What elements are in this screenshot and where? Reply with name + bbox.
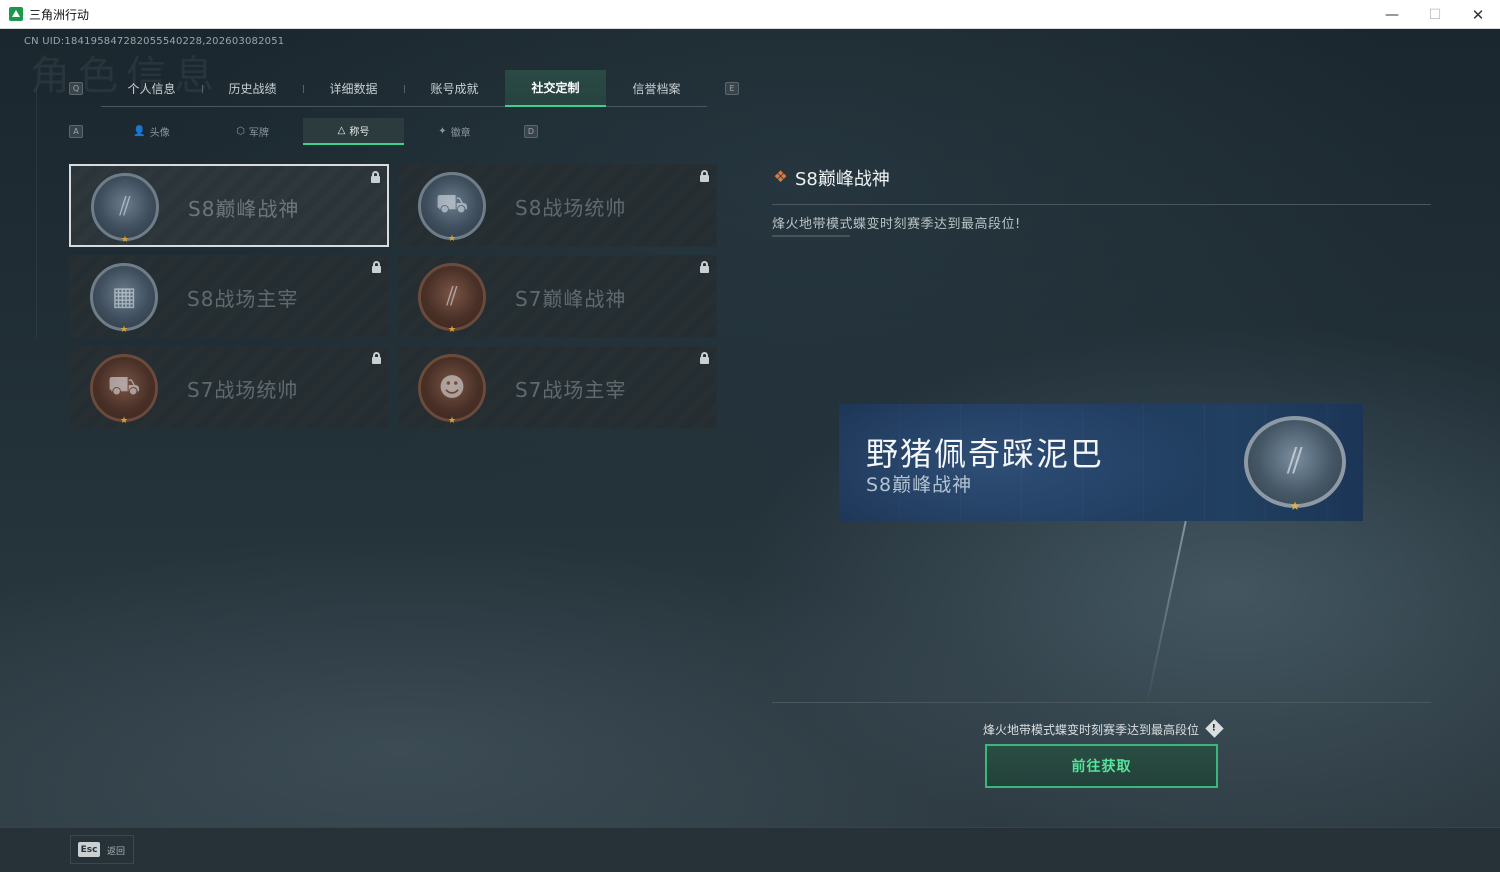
- title-card[interactable]: ⛟ ★ S7战场统帅: [69, 346, 389, 429]
- star-icon: ★: [119, 325, 129, 335]
- emblem-icon: ⫽ ★: [418, 263, 486, 335]
- emblem-icon: ⛟ ★: [418, 172, 486, 244]
- title-card-name: S7战场统帅: [187, 378, 299, 402]
- unlock-requirement: 烽火地带模式蝶变时刻赛季达到最高段位: [983, 723, 1200, 737]
- lock-icon: [698, 352, 710, 364]
- detail-title: S8巅峰战神: [795, 169, 890, 190]
- lock-icon: [698, 170, 710, 182]
- emblem-icon: ☻ ★: [418, 354, 486, 426]
- emblem-icon: ⛟ ★: [90, 354, 158, 426]
- divider: [772, 702, 1431, 703]
- subtab-badge-label: 徽章: [450, 128, 471, 139]
- window-titlebar: 三角洲行动 — ☐ ✕: [0, 0, 1500, 29]
- tab-prev-key-hint[interactable]: Q: [69, 82, 83, 95]
- star-icon: ★: [1289, 499, 1301, 513]
- bottom-bar: Esc 返回: [0, 827, 1500, 872]
- title-card-name: S8战场统帅: [515, 196, 627, 220]
- nameplate-player-name: 野猪佩奇踩泥巴: [866, 435, 1105, 473]
- decorative-line: [36, 89, 37, 339]
- star-icon: ★: [120, 235, 130, 245]
- emblem-icon: ▦ ★: [90, 263, 158, 335]
- title-card[interactable]: ⫽ ★ S7巅峰战神: [397, 255, 717, 338]
- lock-icon: [370, 352, 382, 364]
- back-label: 返回: [107, 847, 126, 857]
- title-card-name: S8巅峰战神: [188, 197, 300, 221]
- subtab-title-label: 称号: [349, 127, 370, 138]
- lock-icon: [369, 171, 381, 183]
- emblem-icon: ⫽ ★: [1244, 416, 1346, 513]
- tab-detailed-stats[interactable]: 详细数据: [303, 70, 404, 107]
- subtab-next-key-hint[interactable]: D: [524, 125, 538, 138]
- window-title: 三角洲行动: [29, 7, 90, 22]
- subtab-dogtag[interactable]: ⬡ 军牌: [202, 118, 303, 145]
- nameplate-preview: 野猪佩奇踩泥巴 S8巅峰战神 ⫽ ★: [839, 404, 1363, 521]
- subtab-avatar-label: 头像: [149, 128, 170, 139]
- nameplate-title: S8巅峰战神: [866, 474, 973, 496]
- subtab-avatar[interactable]: 👤 头像: [101, 118, 202, 145]
- maximize-button[interactable]: ☐: [1412, 0, 1458, 29]
- goto-obtain-button[interactable]: 前往获取: [985, 744, 1218, 788]
- star-icon: ★: [447, 234, 457, 244]
- app-logo-icon: [9, 7, 23, 21]
- detail-description: 烽火地带模式蝶变时刻赛季达到最高段位!: [772, 217, 1021, 232]
- tab-personal-info[interactable]: 个人信息: [101, 70, 202, 107]
- person-icon: 👤: [133, 126, 146, 137]
- lock-icon: [698, 261, 710, 273]
- title-card[interactable]: ⫽ ★ S8巅峰战神: [69, 164, 389, 247]
- title-card[interactable]: ▦ ★ S8战场主宰: [69, 255, 389, 338]
- tab-match-history[interactable]: 历史战绩: [202, 70, 303, 107]
- divider: [772, 235, 850, 237]
- title-card-name: S8战场主宰: [187, 287, 299, 311]
- info-icon[interactable]: !: [1205, 719, 1224, 738]
- minimize-button[interactable]: —: [1369, 0, 1415, 29]
- title-diamond-icon: ❖: [773, 167, 788, 186]
- player-uid: CN UID:1841958472820555402​28,2026030820…: [24, 36, 285, 47]
- main-tabs: 个人信息 历史战绩 详细数据 账号成就 社交定制 信誉档案: [101, 70, 707, 107]
- tab-next-key-hint[interactable]: E: [725, 82, 739, 95]
- tab-achievements[interactable]: 账号成就: [404, 70, 505, 107]
- subtab-prev-key-hint[interactable]: A: [69, 125, 83, 138]
- divider: [772, 204, 1431, 205]
- title-card[interactable]: ☻ ★ S7战场主宰: [397, 346, 717, 429]
- subtab-dogtag-label: 军牌: [248, 128, 269, 139]
- title-icon: △: [337, 125, 346, 136]
- title-card-name: S7巅峰战神: [515, 287, 627, 311]
- title-card-name: S7战场主宰: [515, 378, 627, 402]
- star-icon: ★: [119, 416, 129, 426]
- subtab-title[interactable]: △ 称号: [303, 118, 404, 145]
- emblem-icon: ⫽ ★: [91, 173, 159, 245]
- lock-icon: [370, 261, 382, 273]
- dogtag-icon: ⬡: [236, 126, 245, 137]
- star-icon: ★: [447, 416, 457, 426]
- badge-icon: ✦: [438, 126, 447, 137]
- esc-key-hint: Esc: [78, 842, 100, 857]
- subtab-badge[interactable]: ✦ 徽章: [404, 118, 505, 145]
- tab-social-custom[interactable]: 社交定制: [505, 70, 606, 107]
- tab-credit-record[interactable]: 信誉档案: [606, 70, 707, 107]
- close-button[interactable]: ✕: [1455, 0, 1500, 29]
- title-card[interactable]: ⛟ ★ S8战场统帅: [397, 164, 717, 247]
- star-icon: ★: [447, 325, 457, 335]
- sub-tabs: 👤 头像 ⬡ 军牌 △ 称号 ✦ 徽章: [101, 118, 505, 145]
- game-stage: 角色信息 CN UID:1841958472820555402​28,20260…: [0, 29, 1500, 827]
- lightning-decoration: [1145, 520, 1187, 708]
